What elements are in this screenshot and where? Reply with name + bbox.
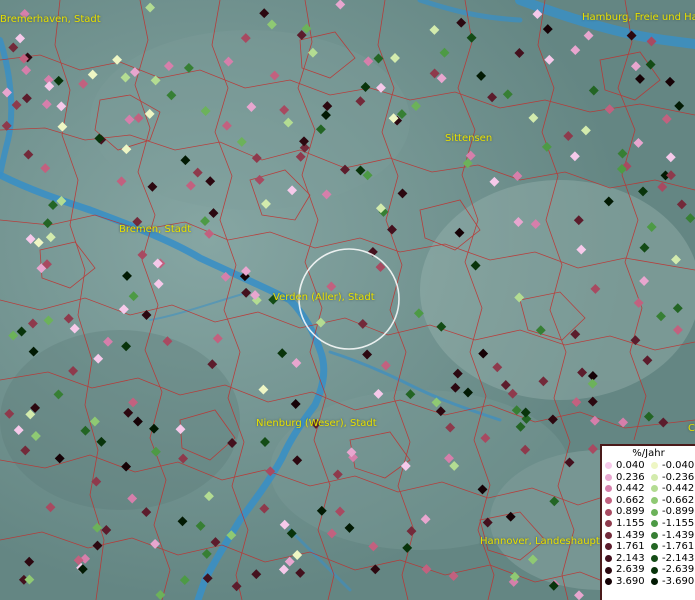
legend-entry: 0.442 (602, 483, 648, 495)
legend-label: -1.155 (662, 517, 695, 529)
legend-panel: %/Jahr 0.040 0.236 0.442 0.662 0.899 1.155 1.4… (600, 444, 695, 600)
legend-swatch (605, 566, 612, 574)
legend-label: 0.899 (616, 506, 645, 518)
legend-entry: -2.639 (648, 564, 694, 576)
legend-label: -1.439 (662, 529, 695, 541)
legend-entry: -0.899 (648, 506, 694, 518)
place-label-edge: C (688, 423, 695, 434)
legend-swatch (651, 497, 658, 505)
place-label-hannover: Hannover, Landeshaupt (480, 536, 600, 547)
legend-label: -2.143 (662, 552, 695, 564)
legend-label: -0.899 (662, 506, 695, 518)
legend-label: 1.761 (616, 541, 645, 553)
legend-entry: -1.761 (648, 541, 694, 553)
legend-positive-column: 0.040 0.236 0.442 0.662 0.899 1.155 1.439 1.761… (602, 460, 648, 588)
legend-swatch (605, 462, 612, 470)
legend-label: 0.662 (616, 494, 645, 506)
legend-negative-column: -0.040 -0.236 -0.442 -0.662 -0.899 -1.155 -1.4… (648, 460, 694, 588)
legend-entry: -0.442 (648, 483, 694, 495)
legend-entry: -3.690 (648, 576, 694, 588)
legend-swatch (651, 473, 658, 481)
legend-label: 2.639 (616, 564, 645, 576)
legend-entry: 1.761 (602, 541, 648, 553)
legend-entry: 2.143 (602, 553, 648, 565)
legend-entry: 0.899 (602, 506, 648, 518)
legend-swatch (651, 555, 658, 563)
legend-entry: 1.155 (602, 518, 648, 530)
place-label-verden: Verden (Aller), Stadt (273, 292, 375, 303)
legend-swatch (605, 508, 612, 516)
legend-label: -1.761 (662, 541, 695, 553)
legend-swatch (651, 520, 658, 528)
legend-swatch (651, 578, 658, 586)
legend-swatch (651, 508, 658, 516)
legend-label: -2.639 (662, 564, 695, 576)
legend-entry: 2.639 (602, 564, 648, 576)
legend-swatch (605, 497, 612, 505)
legend-entry: -1.439 (648, 530, 694, 542)
legend-entry: 0.236 (602, 472, 648, 484)
place-label-sittensen: Sittensen (445, 133, 493, 144)
legend-entry: 0.662 (602, 495, 648, 507)
legend-label: -0.662 (662, 494, 695, 506)
legend-swatch (651, 566, 658, 574)
legend-label: 0.442 (616, 483, 645, 495)
legend-label: -0.040 (662, 460, 695, 471)
legend-entry: -0.236 (648, 472, 694, 484)
legend-label: -3.690 (662, 575, 695, 587)
legend-label: 1.439 (616, 529, 645, 541)
legend-entry: -0.040 (648, 460, 694, 472)
legend-swatch (605, 543, 612, 551)
legend-label: 3.690 (616, 575, 645, 587)
legend-swatch (605, 485, 612, 493)
place-label-bremerhaven: Bremerhaven, Stadt (0, 14, 101, 25)
place-label-hamburg: Hamburg, Freie und Ha (582, 12, 695, 23)
legend-swatch (605, 555, 612, 563)
legend-swatch (605, 578, 612, 586)
legend-label: 0.040 (616, 460, 645, 471)
legend-entry: -0.662 (648, 495, 694, 507)
legend-entry: 1.439 (602, 530, 648, 542)
place-label-nienburg: Nienburg (Weser), Stadt (256, 418, 377, 429)
legend-label: 1.155 (616, 517, 645, 529)
legend-swatch (651, 543, 658, 551)
legend-entry: -2.143 (648, 553, 694, 565)
legend-entry: 3.690 (602, 576, 648, 588)
legend-swatch (651, 531, 658, 539)
place-label-bremen: Bremen, Stadt (119, 224, 192, 235)
legend-swatch (605, 473, 612, 481)
legend-swatch (605, 531, 612, 539)
legend-label: -0.442 (662, 483, 695, 495)
legend-label: 0.236 (616, 471, 645, 483)
legend-label: 2.143 (616, 552, 645, 564)
legend-swatch (605, 520, 612, 528)
legend-swatch (651, 462, 658, 470)
legend-swatch (651, 485, 658, 493)
map-canvas[interactable]: Bremerhaven, Stadt Hamburg, Freie und Ha… (0, 0, 695, 600)
legend-entry: 0.040 (602, 460, 648, 472)
legend-title: %/Jahr (632, 448, 665, 459)
legend-entry: -1.155 (648, 518, 694, 530)
legend-label: -0.236 (662, 471, 695, 483)
